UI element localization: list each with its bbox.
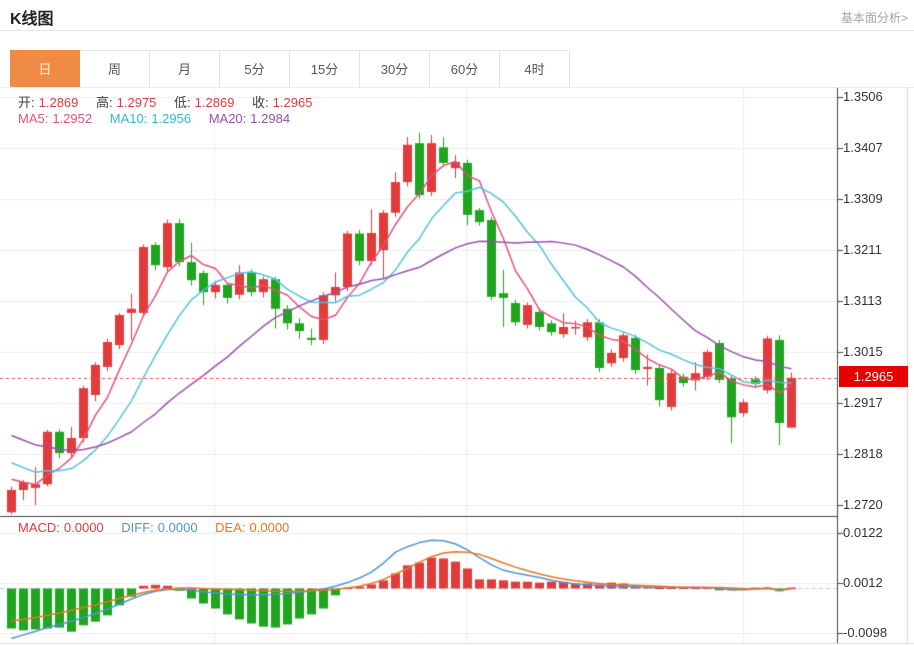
ma10-value: 1.2956 [151,111,191,126]
tab-30min[interactable]: 30分 [360,50,430,88]
tab-month[interactable]: 月 [150,50,220,88]
dea-label: DEA: [215,520,245,535]
fundamental-analysis-link[interactable]: 基本面分析> [841,9,908,26]
price-axis-label: 1.3015 [843,344,883,360]
page-title: K线图 [10,5,54,29]
price-axis-label: 1.2818 [843,446,883,462]
ma10-label: MA10: [110,111,148,126]
ohlc-legend: 开: 1.2869 高: 1.2975 低: 1.2869 收: 1.2965 [18,92,316,111]
tab-5min[interactable]: 5分 [220,50,290,88]
price-axis-label: 1.2720 [843,497,883,513]
ma5-label: MA5: [18,111,48,126]
current-price-badge: 1.2965 [839,366,908,387]
macd-legend: MACD: 0.0000 DIFF: 0.0000 DEA: 0.0000 [18,520,293,535]
ma20-value: 1.2984 [250,111,290,126]
high-value: 1.2975 [117,95,157,110]
price-axis-label: 1.3506 [843,89,883,105]
interval-tabs: 日 周 月 5分 15分 30分 60分 4时 [10,50,570,88]
ma-legend: MA5: 1.2952 MA10:1.2956 MA20:1.2984 [18,111,294,126]
tab-15min[interactable]: 15分 [290,50,360,88]
close-value: 1.2965 [273,95,313,110]
tab-week[interactable]: 周 [80,50,150,88]
close-label: 收: [252,95,269,110]
macd-axis-label: 0.0122 [843,525,883,541]
macd-axis-label: -0.0098 [843,625,887,641]
price-axis-label: 1.2917 [843,395,883,411]
page-header: K线图 基本面分析> [0,0,914,31]
open-value: 1.2869 [39,95,79,110]
ma5-value: 1.2952 [52,111,92,126]
price-axis-label: 1.3211 [843,242,882,258]
diff-value: 0.0000 [158,520,198,535]
high-label: 高: [96,95,113,110]
diff-label: DIFF: [121,520,154,535]
price-axis-label: 1.3407 [843,140,883,156]
tab-day[interactable]: 日 [10,50,80,88]
macd-label: MACD: [18,520,60,535]
tab-60min[interactable]: 60分 [430,50,500,88]
low-label: 低: [174,95,191,110]
macd-axis-label: 0.0012 [843,575,883,591]
dea-value: 0.0000 [250,520,290,535]
kline-chart-canvas[interactable] [0,85,914,645]
low-value: 1.2869 [195,95,235,110]
open-label: 开: [18,95,35,110]
ma20-label: MA20: [209,111,247,126]
price-axis-label: 1.3309 [843,191,883,207]
kline-page: K线图 基本面分析> 日 周 月 5分 15分 30分 60分 4时 开: 1.2… [0,0,914,645]
macd-value: 0.0000 [64,520,104,535]
price-axis-label: 1.3113 [843,293,882,309]
tab-4hour[interactable]: 4时 [500,50,570,88]
